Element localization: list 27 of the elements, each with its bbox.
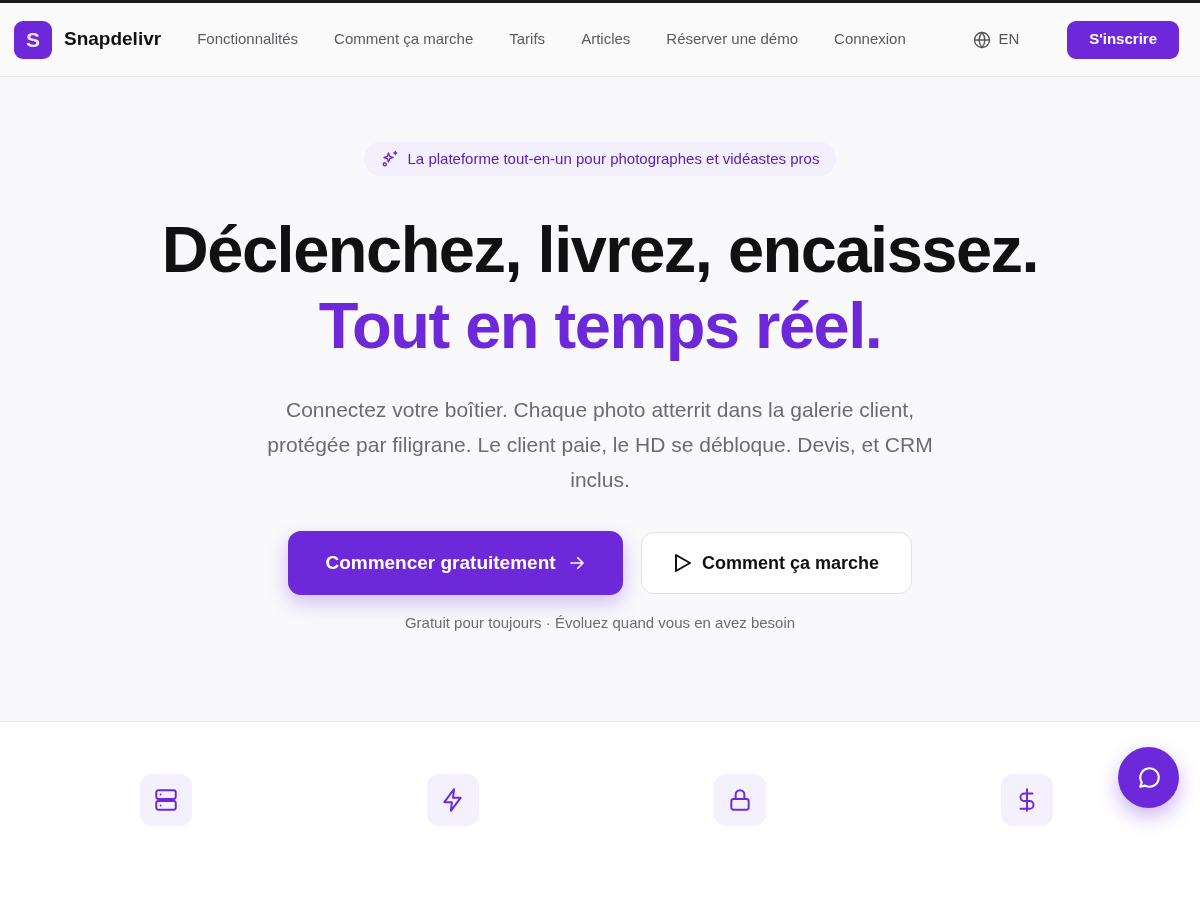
nav-link[interactable]: Connexion xyxy=(834,28,906,51)
nav-link[interactable]: Articles xyxy=(581,28,631,51)
dollar-icon xyxy=(1001,774,1053,826)
how-it-works-button[interactable]: Comment ça marche xyxy=(641,532,912,594)
nav-link[interactable]: Fonctionnalités xyxy=(197,28,299,51)
tagline-badge: La plateforme tout-en-un pour photographes et vidéastes pros xyxy=(363,142,837,176)
language-switcher[interactable]: EN xyxy=(973,28,1020,51)
lock-icon xyxy=(714,774,766,826)
hero-description: Connectez votre boîtier. Chaque photo atterrit dans la galerie client, protégée par filigrane. Le client paie, le HD se débloque. Devis, et CRM inclus. xyxy=(266,397,934,493)
brand-logo[interactable]: S xyxy=(14,20,52,59)
signup-button[interactable]: S'inscrire xyxy=(1067,20,1179,59)
lightning-icon xyxy=(427,774,479,826)
brand-name[interactable]: Snapdelivr xyxy=(64,25,162,54)
hero-heading-accent: Tout en temps réel. xyxy=(318,288,882,364)
pricing-note: Gratuit pour toujours · Évoluez quand vous en avez besoin xyxy=(404,613,796,633)
nav-link[interactable]: Comment ça marche xyxy=(334,28,474,51)
nav-link[interactable]: Réserver une démo xyxy=(666,28,799,51)
logo-letter: S xyxy=(26,29,40,50)
sparkles-icon xyxy=(380,150,399,168)
arrow-right-icon xyxy=(567,554,586,572)
chat-button[interactable] xyxy=(1118,747,1179,808)
hero-heading: Déclenchez, livrez, encaissez. xyxy=(161,212,1039,288)
play-icon xyxy=(673,553,692,573)
server-icon xyxy=(140,774,192,826)
get-started-button[interactable]: Commencer gratuitement xyxy=(288,531,623,595)
globe-icon xyxy=(973,30,992,49)
nav-link[interactable]: Tarifs xyxy=(509,28,546,51)
